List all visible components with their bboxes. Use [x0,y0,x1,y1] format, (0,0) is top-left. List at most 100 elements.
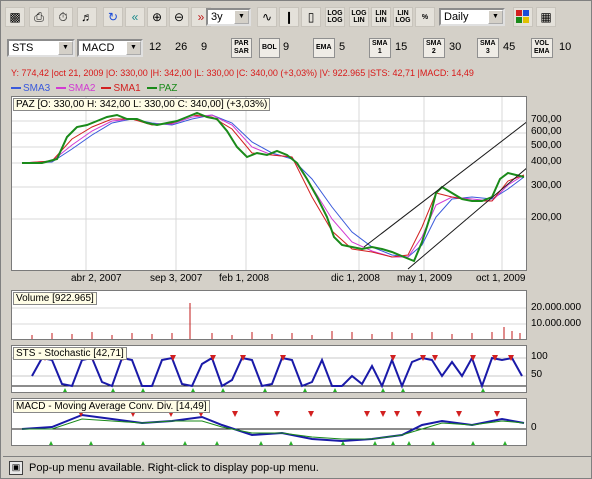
page-icon[interactable]: ▩ [5,7,25,27]
price-tick: 600,00 [531,126,562,137]
refresh-icon[interactable]: ↻ [103,7,123,27]
color-grid-icon[interactable] [513,7,533,27]
scale-lin-lin-button[interactable]: LIN LIN [371,7,391,27]
sma2-line [21,114,525,258]
stochastic-line [31,355,523,389]
stochastic-panel-label: STS - Stochastic [42,71] [13,347,127,360]
vol-top: VOL [534,40,549,47]
price-panel[interactable]: PAZ [O: 330,00 H: 342,00 L: 330,00 C: 34… [11,96,527,271]
legend-sma2: SMA2 [56,83,95,95]
x-tick: feb 1, 2008 [219,273,270,284]
macd-green-markers [49,441,507,445]
macd-tick: 0 [531,422,537,433]
symbol-select[interactable]: STS ▼ [7,39,75,57]
chart-legend: SMA3 SMA2 SMA1 PAZ [11,83,183,95]
sma1-top: SMA [372,40,388,47]
macd-panel-label: MACD - Moving Average Conv. Div. [14,49] [13,400,210,413]
rewind-icon[interactable]: « [125,7,145,27]
chart-window: ▩ ⎙ ⏱ ♬ ↻ « ⊕ ⊖ » 3y ▼ ∿ ❙ ▯ LOG LOG LOG… [0,0,592,479]
macd-axis: 0 [527,398,587,446]
ema-button[interactable]: EMA [313,38,335,58]
print-icon[interactable]: ⎙ [29,7,49,27]
legend-label: SMA1 [113,83,141,94]
chevron-down-icon: ▼ [234,10,249,24]
ema-value[interactable]: 5 [339,39,345,55]
legend-swatch [101,87,112,90]
price-tick: 400,00 [531,156,562,167]
popup-menu-icon[interactable]: ▣ [9,460,23,475]
sts-green-markers [63,388,485,392]
volume-bars [31,303,521,339]
status-bar: ▣ Pop-up menu available. Right-click to … [3,456,591,478]
sma2-button[interactable]: SMA 2 [423,38,445,58]
x-tick: sep 3, 2007 [150,273,203,284]
percent-scale-button[interactable]: % [415,7,435,27]
legend-paz: PAZ [146,83,177,95]
sma2-top: SMA [426,40,442,47]
period-select[interactable]: 3y ▼ [206,8,251,26]
interval-value: Daily [444,11,469,23]
par-sar-button[interactable]: PAR SAR [231,38,252,58]
volume-tick: 10.000.000 [531,318,582,329]
sound-icon[interactable]: ♬ [77,7,97,27]
legend-swatch [11,87,21,90]
sma3-bottom: 3 [485,48,490,55]
bol-button[interactable]: BOL [259,38,280,58]
sma2-value[interactable]: 30 [449,39,461,55]
sma3-value[interactable]: 45 [503,39,515,55]
price-tick: 200,00 [531,212,562,223]
zoom-in-icon[interactable]: ⊕ [147,7,167,27]
status-text: Pop-up menu available. Right-click to di… [29,461,319,474]
scale-bottom-label: LOG [327,17,343,24]
scale-bottom-label: LIN [353,17,365,24]
volume-axis: 20.000.000 10.000.000 [527,290,587,340]
x-tick: dic 1, 2008 [331,273,380,284]
line-chart-icon[interactable]: ∿ [257,7,277,27]
x-tick: oct 1, 2009 [476,273,526,284]
scale-top-label: LOG [327,10,343,17]
indicator-toolbar: STS ▼ MACD ▼ 12 26 9 PAR SAR BOL 9 EMA 5… [3,37,591,61]
price-axis: 700,00 600,00 500,00 400,00 300,00 200,0… [527,96,587,271]
color-grid-graphic [516,10,529,23]
macd-slow-value[interactable]: 26 [175,39,187,55]
scale-top-label: LOG [351,10,367,17]
macd-signal-value[interactable]: 9 [201,39,207,55]
sma1-button[interactable]: SMA 1 [369,38,391,58]
oscillator-select[interactable]: MACD ▼ [77,39,143,57]
bol-value[interactable]: 9 [283,39,289,55]
volume-panel-label: Volume [922.965] [13,292,97,305]
bol-label: BOL [262,44,277,51]
chart-window-icon[interactable]: ▦ [536,7,556,27]
volume-ema-button[interactable]: VOL EMA [531,38,553,58]
macd-line [21,413,525,443]
stochastic-panel[interactable]: STS - Stochastic [42,71] [11,345,527,393]
main-toolbar: ▩ ⎙ ⏱ ♬ ↻ « ⊕ ⊖ » 3y ▼ ∿ ❙ ▯ LOG LOG LOG… [3,5,591,31]
timer-icon[interactable]: ⏱ [53,7,73,27]
legend-sma3: SMA3 [11,83,50,95]
legend-swatch [146,87,157,90]
zoom-out-icon[interactable]: ⊖ [169,7,189,27]
bar-chart-icon[interactable]: ❙ [279,7,299,27]
oscillator-value: MACD [82,42,115,54]
macd-fast-value[interactable]: 12 [149,39,161,55]
volume-panel[interactable]: Volume [922.965] [11,290,527,340]
sma1-value[interactable]: 15 [395,39,407,55]
sma3-line [21,114,525,258]
macd-panel[interactable]: MACD - Moving Average Conv. Div. [14,49] [11,398,527,446]
sts-tick: 100 [531,351,548,362]
scale-log-lin-button[interactable]: LOG LIN [349,7,369,27]
sma3-top: SMA [480,40,496,47]
sts-tick: 50 [531,369,543,380]
scale-log-log-button[interactable]: LOG LOG [325,7,345,27]
sma3-button[interactable]: SMA 3 [477,38,499,58]
legend-sma1: SMA1 [101,83,141,95]
scale-lin-log-button[interactable]: LIN LOG [393,7,413,27]
scale-bottom-label: LIN [375,17,387,24]
par-sar-bottom: SAR [234,48,249,55]
interval-select[interactable]: Daily ▼ [439,8,505,26]
volume-ema-value[interactable]: 10 [559,39,571,55]
candle-chart-icon[interactable]: ▯ [301,7,321,27]
vol-bottom: EMA [534,48,550,55]
price-panel-label: PAZ [O: 330,00 H: 342,00 L: 330,00 C: 34… [13,98,271,111]
stochastic-axis: 100 50 [527,345,587,393]
